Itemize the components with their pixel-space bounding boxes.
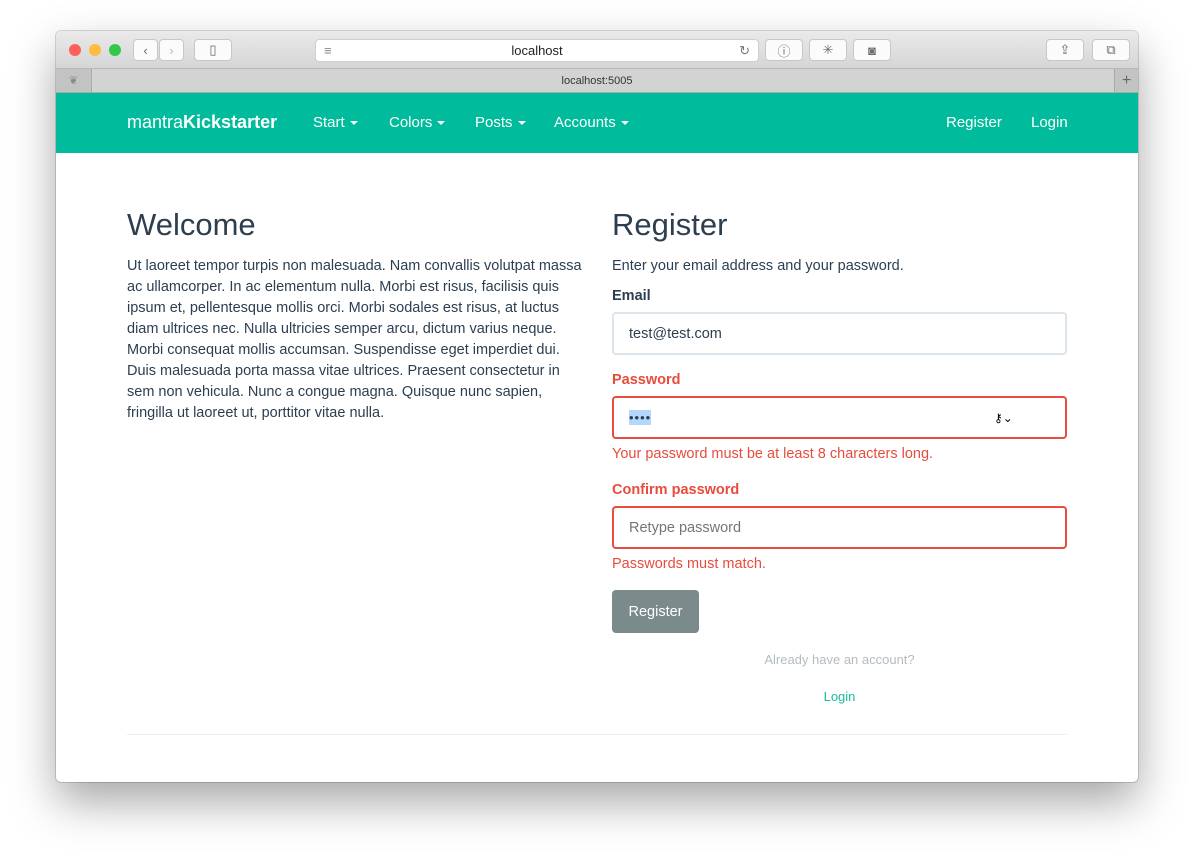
nav-login[interactable]: Login bbox=[1031, 114, 1068, 131]
email-label: Email bbox=[612, 288, 651, 304]
nav-label: Colors bbox=[389, 114, 433, 131]
password-value: •••• bbox=[629, 410, 652, 425]
already-have-account-text: Already have an account? bbox=[764, 652, 915, 667]
new-tab-icon[interactable]: + bbox=[1114, 69, 1138, 92]
welcome-title: Welcome bbox=[127, 207, 256, 242]
welcome-text: Ut laoreet tempor turpis non malesuada. … bbox=[127, 258, 582, 421]
zoom-window-button[interactable] bbox=[109, 44, 121, 56]
login-link[interactable]: Login bbox=[824, 689, 856, 704]
forward-button[interactable]: › bbox=[159, 39, 184, 61]
caret-down-icon bbox=[349, 121, 358, 126]
nav-label: Start bbox=[313, 114, 345, 131]
caret-down-icon bbox=[620, 121, 629, 126]
brand-link[interactable]: mantraKickstarter bbox=[127, 112, 277, 133]
nav-label: Posts bbox=[475, 114, 513, 131]
navbar: mantraKickstarter Start Colors Posts Acc… bbox=[56, 93, 1138, 153]
nav-posts[interactable]: Posts bbox=[475, 114, 526, 131]
password-label: Password bbox=[612, 372, 681, 388]
password-manager-icon[interactable]: ⓘ bbox=[765, 39, 803, 61]
minimize-window-button[interactable] bbox=[89, 44, 101, 56]
register-subtitle: Enter your email address and your passwo… bbox=[612, 258, 904, 274]
brand-bold: Kickstarter bbox=[183, 112, 278, 132]
nav-label: Accounts bbox=[554, 114, 616, 131]
tab-bar: ❦ localhost:5005 + bbox=[56, 69, 1138, 93]
nav-accounts[interactable]: Accounts bbox=[554, 114, 629, 131]
keychain-key-icon[interactable]: ⚷⌄ bbox=[994, 411, 1013, 425]
email-field[interactable]: test@test.com bbox=[612, 312, 1067, 355]
brand-light: mantra bbox=[127, 112, 184, 132]
pocket-icon[interactable]: ◙ bbox=[853, 39, 891, 61]
confirm-password-label: Confirm password bbox=[612, 482, 740, 498]
nav-start[interactable]: Start bbox=[313, 114, 358, 131]
address-text: localhost bbox=[511, 43, 563, 58]
tab-title[interactable]: localhost:5005 bbox=[562, 75, 633, 87]
title-bar: ‹ › ▯ ≡ localhost ↻ ⓘ ✳ ◙ ⇪ ⧉ bbox=[56, 31, 1138, 69]
caret-down-icon bbox=[517, 121, 526, 126]
browser-window: ‹ › ▯ ≡ localhost ↻ ⓘ ✳ ◙ ⇪ ⧉ ❦ localhos… bbox=[56, 31, 1138, 782]
nav-colors[interactable]: Colors bbox=[389, 114, 446, 131]
address-bar[interactable]: ≡ localhost ↻ bbox=[315, 39, 759, 62]
footer-divider bbox=[127, 734, 1067, 735]
caret-down-icon bbox=[437, 121, 446, 126]
tabs-overview-icon[interactable]: ⧉ bbox=[1092, 39, 1130, 61]
back-button[interactable]: ‹ bbox=[133, 39, 158, 61]
close-window-button[interactable] bbox=[69, 44, 81, 56]
pinned-leaf-icon[interactable]: ❦ bbox=[56, 69, 92, 92]
sidebar-toggle-button[interactable]: ▯ bbox=[194, 39, 232, 61]
reload-icon[interactable]: ↻ bbox=[739, 43, 750, 59]
password-field[interactable]: •••• ⚷⌄ bbox=[612, 396, 1067, 439]
register-title: Register bbox=[612, 207, 728, 242]
password-error: Your password must be at least 8 charact… bbox=[612, 446, 934, 462]
extension-network-icon[interactable]: ✳ bbox=[809, 39, 847, 61]
register-button[interactable]: Register bbox=[612, 590, 699, 633]
reader-icon[interactable]: ≡ bbox=[324, 43, 332, 58]
confirm-password-error: Passwords must match. bbox=[612, 556, 766, 572]
email-value: test@test.com bbox=[629, 325, 722, 342]
share-icon[interactable]: ⇪ bbox=[1046, 39, 1084, 61]
nav-register[interactable]: Register bbox=[946, 114, 1002, 131]
confirm-password-field[interactable] bbox=[612, 506, 1067, 549]
